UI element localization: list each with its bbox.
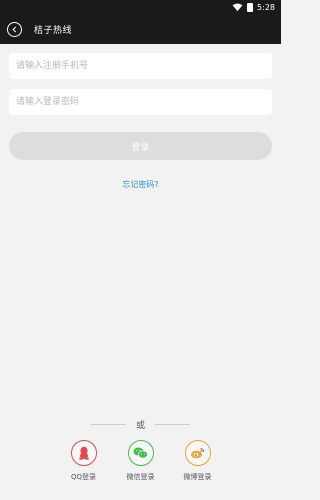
login-form: 登录 忘记密码? 或 QQ登录 <box>0 44 281 500</box>
status-bar: 5:28 <box>0 0 281 14</box>
login-button[interactable]: 登录 <box>9 132 272 160</box>
qq-login-button[interactable]: QQ登录 <box>55 440 112 482</box>
wechat-login-button[interactable]: 微信登录 <box>112 440 169 482</box>
social-login-row: QQ登录 微信登录 微博登录 <box>0 440 281 482</box>
forgot-password-link[interactable]: 忘记密码? <box>0 179 281 190</box>
phone-input[interactable] <box>9 53 272 79</box>
battery-icon <box>247 2 254 12</box>
qq-login-label: QQ登录 <box>70 473 97 481</box>
wechat-login-label: 微信登录 <box>126 473 155 481</box>
divider-line-right <box>155 424 190 425</box>
wifi-icon <box>232 2 243 11</box>
page-title: 桔子热线 <box>34 25 73 36</box>
divider-line-left <box>90 424 126 425</box>
qq-login-circle[interactable] <box>70 440 97 466</box>
wechat-icon <box>133 447 148 459</box>
or-divider: 或 <box>0 418 281 431</box>
status-time: 5:28 <box>257 2 275 12</box>
weibo-login-button[interactable]: 微博登录 <box>169 440 226 482</box>
chevron-left-icon <box>12 26 17 32</box>
password-input[interactable] <box>9 89 272 115</box>
qq-penguin-icon <box>78 446 89 460</box>
wechat-login-circle[interactable] <box>127 440 154 466</box>
divider-text: 或 <box>135 421 145 431</box>
weibo-icon <box>191 448 204 459</box>
weibo-login-label: 微博登录 <box>183 473 212 481</box>
weibo-login-circle[interactable] <box>184 440 211 466</box>
back-button[interactable] <box>7 21 22 37</box>
app-bar: 桔子热线 <box>0 14 281 44</box>
